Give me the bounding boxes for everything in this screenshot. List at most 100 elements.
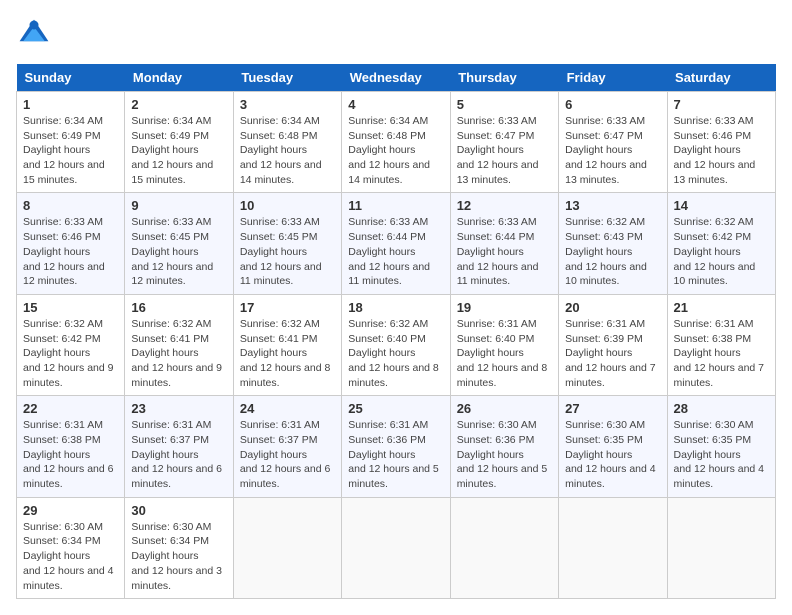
calendar-cell: 10 Sunrise: 6:33 AMSunset: 6:45 PMDayligh… <box>233 193 341 294</box>
day-info: Sunrise: 6:32 AMSunset: 6:41 PMDaylight … <box>240 317 335 390</box>
day-number: 12 <box>457 198 552 213</box>
calendar-cell: 23 Sunrise: 6:31 AMSunset: 6:37 PMDayligh… <box>125 396 233 497</box>
day-number: 7 <box>674 97 769 112</box>
day-info: Sunrise: 6:33 AMSunset: 6:47 PMDaylight … <box>565 114 660 187</box>
day-info: Sunrise: 6:34 AMSunset: 6:48 PMDaylight … <box>348 114 443 187</box>
day-number: 22 <box>23 401 118 416</box>
day-number: 17 <box>240 300 335 315</box>
day-number: 15 <box>23 300 118 315</box>
calendar-cell: 28Sunrise: 6:30 AMSunset: 6:35 PMDayligh… <box>667 396 775 497</box>
day-number: 14 <box>674 198 769 213</box>
calendar-cell: 14 Sunrise: 6:32 AMSunset: 6:42 PMDayligh… <box>667 193 775 294</box>
day-number: 8 <box>23 198 118 213</box>
column-header-friday: Friday <box>559 64 667 92</box>
day-number: 3 <box>240 97 335 112</box>
day-number: 16 <box>131 300 226 315</box>
day-number: 23 <box>131 401 226 416</box>
day-info: Sunrise: 6:31 AMSunset: 6:37 PMDaylight … <box>131 418 226 491</box>
calendar-table: SundayMondayTuesdayWednesdayThursdayFrid… <box>16 64 776 599</box>
calendar-cell: 2 Sunrise: 6:34 AMSunset: 6:49 PMDaylight… <box>125 92 233 193</box>
day-number: 9 <box>131 198 226 213</box>
column-header-monday: Monday <box>125 64 233 92</box>
week-row-2: 1 Sunrise: 6:34 AMSunset: 6:49 PMDaylight… <box>17 92 776 193</box>
day-info: Sunrise: 6:31 AMSunset: 6:40 PMDaylight … <box>457 317 552 390</box>
header-row: SundayMondayTuesdayWednesdayThursdayFrid… <box>17 64 776 92</box>
calendar-cell: 7 Sunrise: 6:33 AMSunset: 6:46 PMDaylight… <box>667 92 775 193</box>
column-header-saturday: Saturday <box>667 64 775 92</box>
calendar-body: 1 Sunrise: 6:34 AMSunset: 6:49 PMDaylight… <box>17 92 776 599</box>
day-info: Sunrise: 6:31 AMSunset: 6:37 PMDaylight … <box>240 418 335 491</box>
calendar-cell: 16Sunrise: 6:32 AMSunset: 6:41 PMDayligh… <box>125 294 233 395</box>
day-number: 21 <box>674 300 769 315</box>
day-info: Sunrise: 6:33 AMSunset: 6:45 PMDaylight … <box>240 215 335 288</box>
column-header-tuesday: Tuesday <box>233 64 341 92</box>
day-info: Sunrise: 6:31 AMSunset: 6:39 PMDaylight … <box>565 317 660 390</box>
logo-icon <box>16 16 52 52</box>
calendar-cell: 1 Sunrise: 6:34 AMSunset: 6:49 PMDaylight… <box>17 92 125 193</box>
day-number: 20 <box>565 300 660 315</box>
day-info: Sunrise: 6:30 AMSunset: 6:34 PMDaylight … <box>131 520 226 593</box>
logo <box>16 16 56 52</box>
day-info: Sunrise: 6:33 AMSunset: 6:47 PMDaylight … <box>457 114 552 187</box>
calendar-cell: 21 Sunrise: 6:31 AMSunset: 6:38 PMDayligh… <box>667 294 775 395</box>
column-header-sunday: Sunday <box>17 64 125 92</box>
day-info: Sunrise: 6:33 AMSunset: 6:46 PMDaylight … <box>23 215 118 288</box>
calendar-header: SundayMondayTuesdayWednesdayThursdayFrid… <box>17 64 776 92</box>
calendar-cell: 20 Sunrise: 6:31 AMSunset: 6:39 PMDayligh… <box>559 294 667 395</box>
week-row-4: 15Sunrise: 6:32 AMSunset: 6:42 PMDayligh… <box>17 294 776 395</box>
calendar-cell: 5Sunrise: 6:33 AMSunset: 6:47 PMDaylight… <box>450 92 558 193</box>
calendar-cell: 9 Sunrise: 6:33 AMSunset: 6:45 PMDaylight… <box>125 193 233 294</box>
day-info: Sunrise: 6:30 AMSunset: 6:35 PMDaylight … <box>565 418 660 491</box>
day-info: Sunrise: 6:34 AMSunset: 6:49 PMDaylight … <box>131 114 226 187</box>
day-number: 30 <box>131 503 226 518</box>
day-number: 28 <box>674 401 769 416</box>
day-number: 10 <box>240 198 335 213</box>
calendar-cell: 25Sunrise: 6:31 AMSunset: 6:36 PMDayligh… <box>342 396 450 497</box>
day-info: Sunrise: 6:34 AMSunset: 6:49 PMDaylight … <box>23 114 118 187</box>
calendar-cell: 24 Sunrise: 6:31 AMSunset: 6:37 PMDayligh… <box>233 396 341 497</box>
day-number: 13 <box>565 198 660 213</box>
day-number: 29 <box>23 503 118 518</box>
day-info: Sunrise: 6:33 AMSunset: 6:46 PMDaylight … <box>674 114 769 187</box>
week-row-5: 22 Sunrise: 6:31 AMSunset: 6:38 PMDayligh… <box>17 396 776 497</box>
calendar-cell: 17 Sunrise: 6:32 AMSunset: 6:41 PMDayligh… <box>233 294 341 395</box>
calendar-cell: 12Sunrise: 6:33 AMSunset: 6:44 PMDayligh… <box>450 193 558 294</box>
day-info: Sunrise: 6:32 AMSunset: 6:43 PMDaylight … <box>565 215 660 288</box>
calendar-cell: 13 Sunrise: 6:32 AMSunset: 6:43 PMDayligh… <box>559 193 667 294</box>
calendar-cell: 18 Sunrise: 6:32 AMSunset: 6:40 PMDayligh… <box>342 294 450 395</box>
day-info: Sunrise: 6:30 AMSunset: 6:36 PMDaylight … <box>457 418 552 491</box>
calendar-cell: 3 Sunrise: 6:34 AMSunset: 6:48 PMDaylight… <box>233 92 341 193</box>
week-row-3: 8 Sunrise: 6:33 AMSunset: 6:46 PMDaylight… <box>17 193 776 294</box>
calendar-cell: 8 Sunrise: 6:33 AMSunset: 6:46 PMDaylight… <box>17 193 125 294</box>
calendar-cell <box>342 497 450 598</box>
day-number: 2 <box>131 97 226 112</box>
day-number: 27 <box>565 401 660 416</box>
calendar-cell <box>559 497 667 598</box>
calendar-cell: 19 Sunrise: 6:31 AMSunset: 6:40 PMDayligh… <box>450 294 558 395</box>
day-info: Sunrise: 6:31 AMSunset: 6:38 PMDaylight … <box>674 317 769 390</box>
day-info: Sunrise: 6:30 AMSunset: 6:34 PMDaylight … <box>23 520 118 593</box>
calendar-cell: 30 Sunrise: 6:30 AMSunset: 6:34 PMDayligh… <box>125 497 233 598</box>
day-info: Sunrise: 6:32 AMSunset: 6:40 PMDaylight … <box>348 317 443 390</box>
calendar-cell: 26 Sunrise: 6:30 AMSunset: 6:36 PMDayligh… <box>450 396 558 497</box>
day-number: 18 <box>348 300 443 315</box>
day-number: 1 <box>23 97 118 112</box>
column-header-wednesday: Wednesday <box>342 64 450 92</box>
day-info: Sunrise: 6:33 AMSunset: 6:45 PMDaylight … <box>131 215 226 288</box>
day-number: 26 <box>457 401 552 416</box>
calendar-cell: 29 Sunrise: 6:30 AMSunset: 6:34 PMDayligh… <box>17 497 125 598</box>
day-info: Sunrise: 6:31 AMSunset: 6:38 PMDaylight … <box>23 418 118 491</box>
column-header-thursday: Thursday <box>450 64 558 92</box>
calendar-cell <box>667 497 775 598</box>
calendar-cell: 4Sunrise: 6:34 AMSunset: 6:48 PMDaylight… <box>342 92 450 193</box>
calendar-cell: 22 Sunrise: 6:31 AMSunset: 6:38 PMDayligh… <box>17 396 125 497</box>
day-info: Sunrise: 6:34 AMSunset: 6:48 PMDaylight … <box>240 114 335 187</box>
day-number: 24 <box>240 401 335 416</box>
day-info: Sunrise: 6:33 AMSunset: 6:44 PMDaylight … <box>348 215 443 288</box>
day-info: Sunrise: 6:32 AMSunset: 6:42 PMDaylight … <box>674 215 769 288</box>
calendar-cell <box>450 497 558 598</box>
calendar-cell: 15Sunrise: 6:32 AMSunset: 6:42 PMDayligh… <box>17 294 125 395</box>
day-number: 19 <box>457 300 552 315</box>
calendar-cell: 6 Sunrise: 6:33 AMSunset: 6:47 PMDaylight… <box>559 92 667 193</box>
day-number: 6 <box>565 97 660 112</box>
